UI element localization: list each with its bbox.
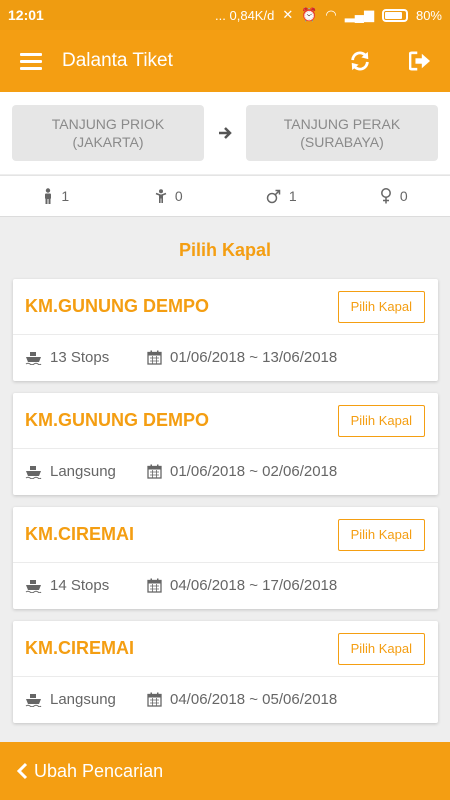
change-search-button[interactable]: Ubah Pencarian: [0, 742, 450, 800]
menu-button[interactable]: [0, 30, 62, 92]
origin-port-button[interactable]: TANJUNG PRIOK (JAKARTA): [12, 105, 204, 161]
battery-icon: [381, 8, 408, 22]
destination-port-button[interactable]: TANJUNG PERAK (SURABAYA): [246, 105, 438, 161]
mute-icon: ✕: [282, 7, 294, 22]
ship-card: KM.CIREMAI Pilih Kapal Langsung 04/06/20…: [13, 621, 438, 723]
calendar-icon: [147, 350, 162, 365]
signal-icon: ▂▄▆: [344, 7, 374, 22]
wifi-icon: ◠: [325, 7, 337, 22]
app-title: Dalanta Tiket: [62, 50, 173, 71]
change-search-label: Ubah Pencarian: [34, 760, 164, 781]
ship-name: KM.GUNUNG DEMPO: [25, 410, 209, 430]
ship-icon: [25, 693, 42, 707]
child-count: 0: [113, 176, 226, 216]
ship-dates: 04/06/2018 ~ 05/06/2018: [170, 691, 338, 708]
adult-count: 1: [0, 176, 113, 216]
male-icon: [266, 189, 281, 203]
status-time: 12:01: [8, 7, 44, 23]
origin-port-city: (JAKARTA): [72, 134, 144, 150]
refresh-button[interactable]: [330, 30, 390, 92]
pick-ship-button[interactable]: Pilih Kapal: [337, 290, 425, 323]
ship-stops: Langsung: [50, 691, 116, 708]
calendar-icon: [147, 464, 162, 479]
child-icon: [155, 189, 167, 203]
destination-port-city: (SURABAYA): [300, 134, 384, 150]
ship-name: KM.CIREMAI: [25, 524, 134, 544]
ship-icon: [25, 579, 42, 593]
status-bar: 12:01 ... 0,84K/d ✕ ⏰ ◠ ▂▄▆ 80%: [0, 0, 450, 30]
pick-ship-button[interactable]: Pilih Kapal: [337, 518, 425, 551]
battery-percent: 80%: [415, 7, 442, 23]
ship-dates: 04/06/2018 ~ 17/06/2018: [170, 577, 338, 594]
pick-ship-button[interactable]: Pilih Kapal: [337, 404, 425, 437]
logout-icon: [409, 51, 430, 71]
pick-ship-button[interactable]: Pilih Kapal: [337, 632, 425, 665]
ship-card: KM.GUNUNG DEMPO Pilih Kapal Langsung 01/…: [13, 393, 438, 495]
adult-icon: [45, 188, 52, 204]
ship-dates: 01/06/2018 ~ 02/06/2018: [170, 463, 338, 480]
calendar-icon: [147, 692, 162, 707]
passenger-summary: 1 0 1 0: [0, 175, 450, 217]
ship-icon: [25, 351, 42, 365]
chevron-left-icon: [16, 762, 28, 780]
ship-card: KM.CIREMAI Pilih Kapal 14 Stops 04/06/20…: [13, 507, 438, 609]
app-bar: Dalanta Tiket: [0, 30, 450, 92]
route-panel: TANJUNG PRIOK (JAKARTA) TANJUNG PERAK (S…: [0, 92, 450, 174]
ship-dates: 01/06/2018 ~ 13/06/2018: [170, 349, 338, 366]
female-count: 0: [338, 176, 450, 216]
refresh-icon: [351, 51, 369, 71]
alarm-icon: ⏰: [301, 7, 318, 22]
ship-stops: 14 Stops: [50, 577, 110, 594]
hamburger-icon: [20, 53, 42, 70]
ship-card: KM.GUNUNG DEMPO Pilih Kapal 13 Stops 01/…: [13, 279, 438, 381]
route-arrow: [204, 126, 246, 140]
destination-port-name: TANJUNG PERAK: [283, 116, 401, 132]
ship-icon: [25, 465, 42, 479]
ship-stops: 13 Stops: [50, 349, 110, 366]
male-count: 1: [225, 176, 338, 216]
ship-name: KM.CIREMAI: [25, 638, 134, 658]
female-icon: [380, 188, 391, 204]
arrow-right-icon: [219, 127, 232, 139]
ship-name: KM.GUNUNG DEMPO: [25, 296, 209, 316]
calendar-icon: [147, 578, 162, 593]
origin-port-name: TANJUNG PRIOK: [51, 116, 165, 132]
logout-button[interactable]: [390, 30, 450, 92]
section-title: Pilih Kapal: [178, 240, 272, 260]
ship-stops: Langsung: [50, 463, 116, 480]
network-speed: ... 0,84K/d: [215, 7, 275, 23]
